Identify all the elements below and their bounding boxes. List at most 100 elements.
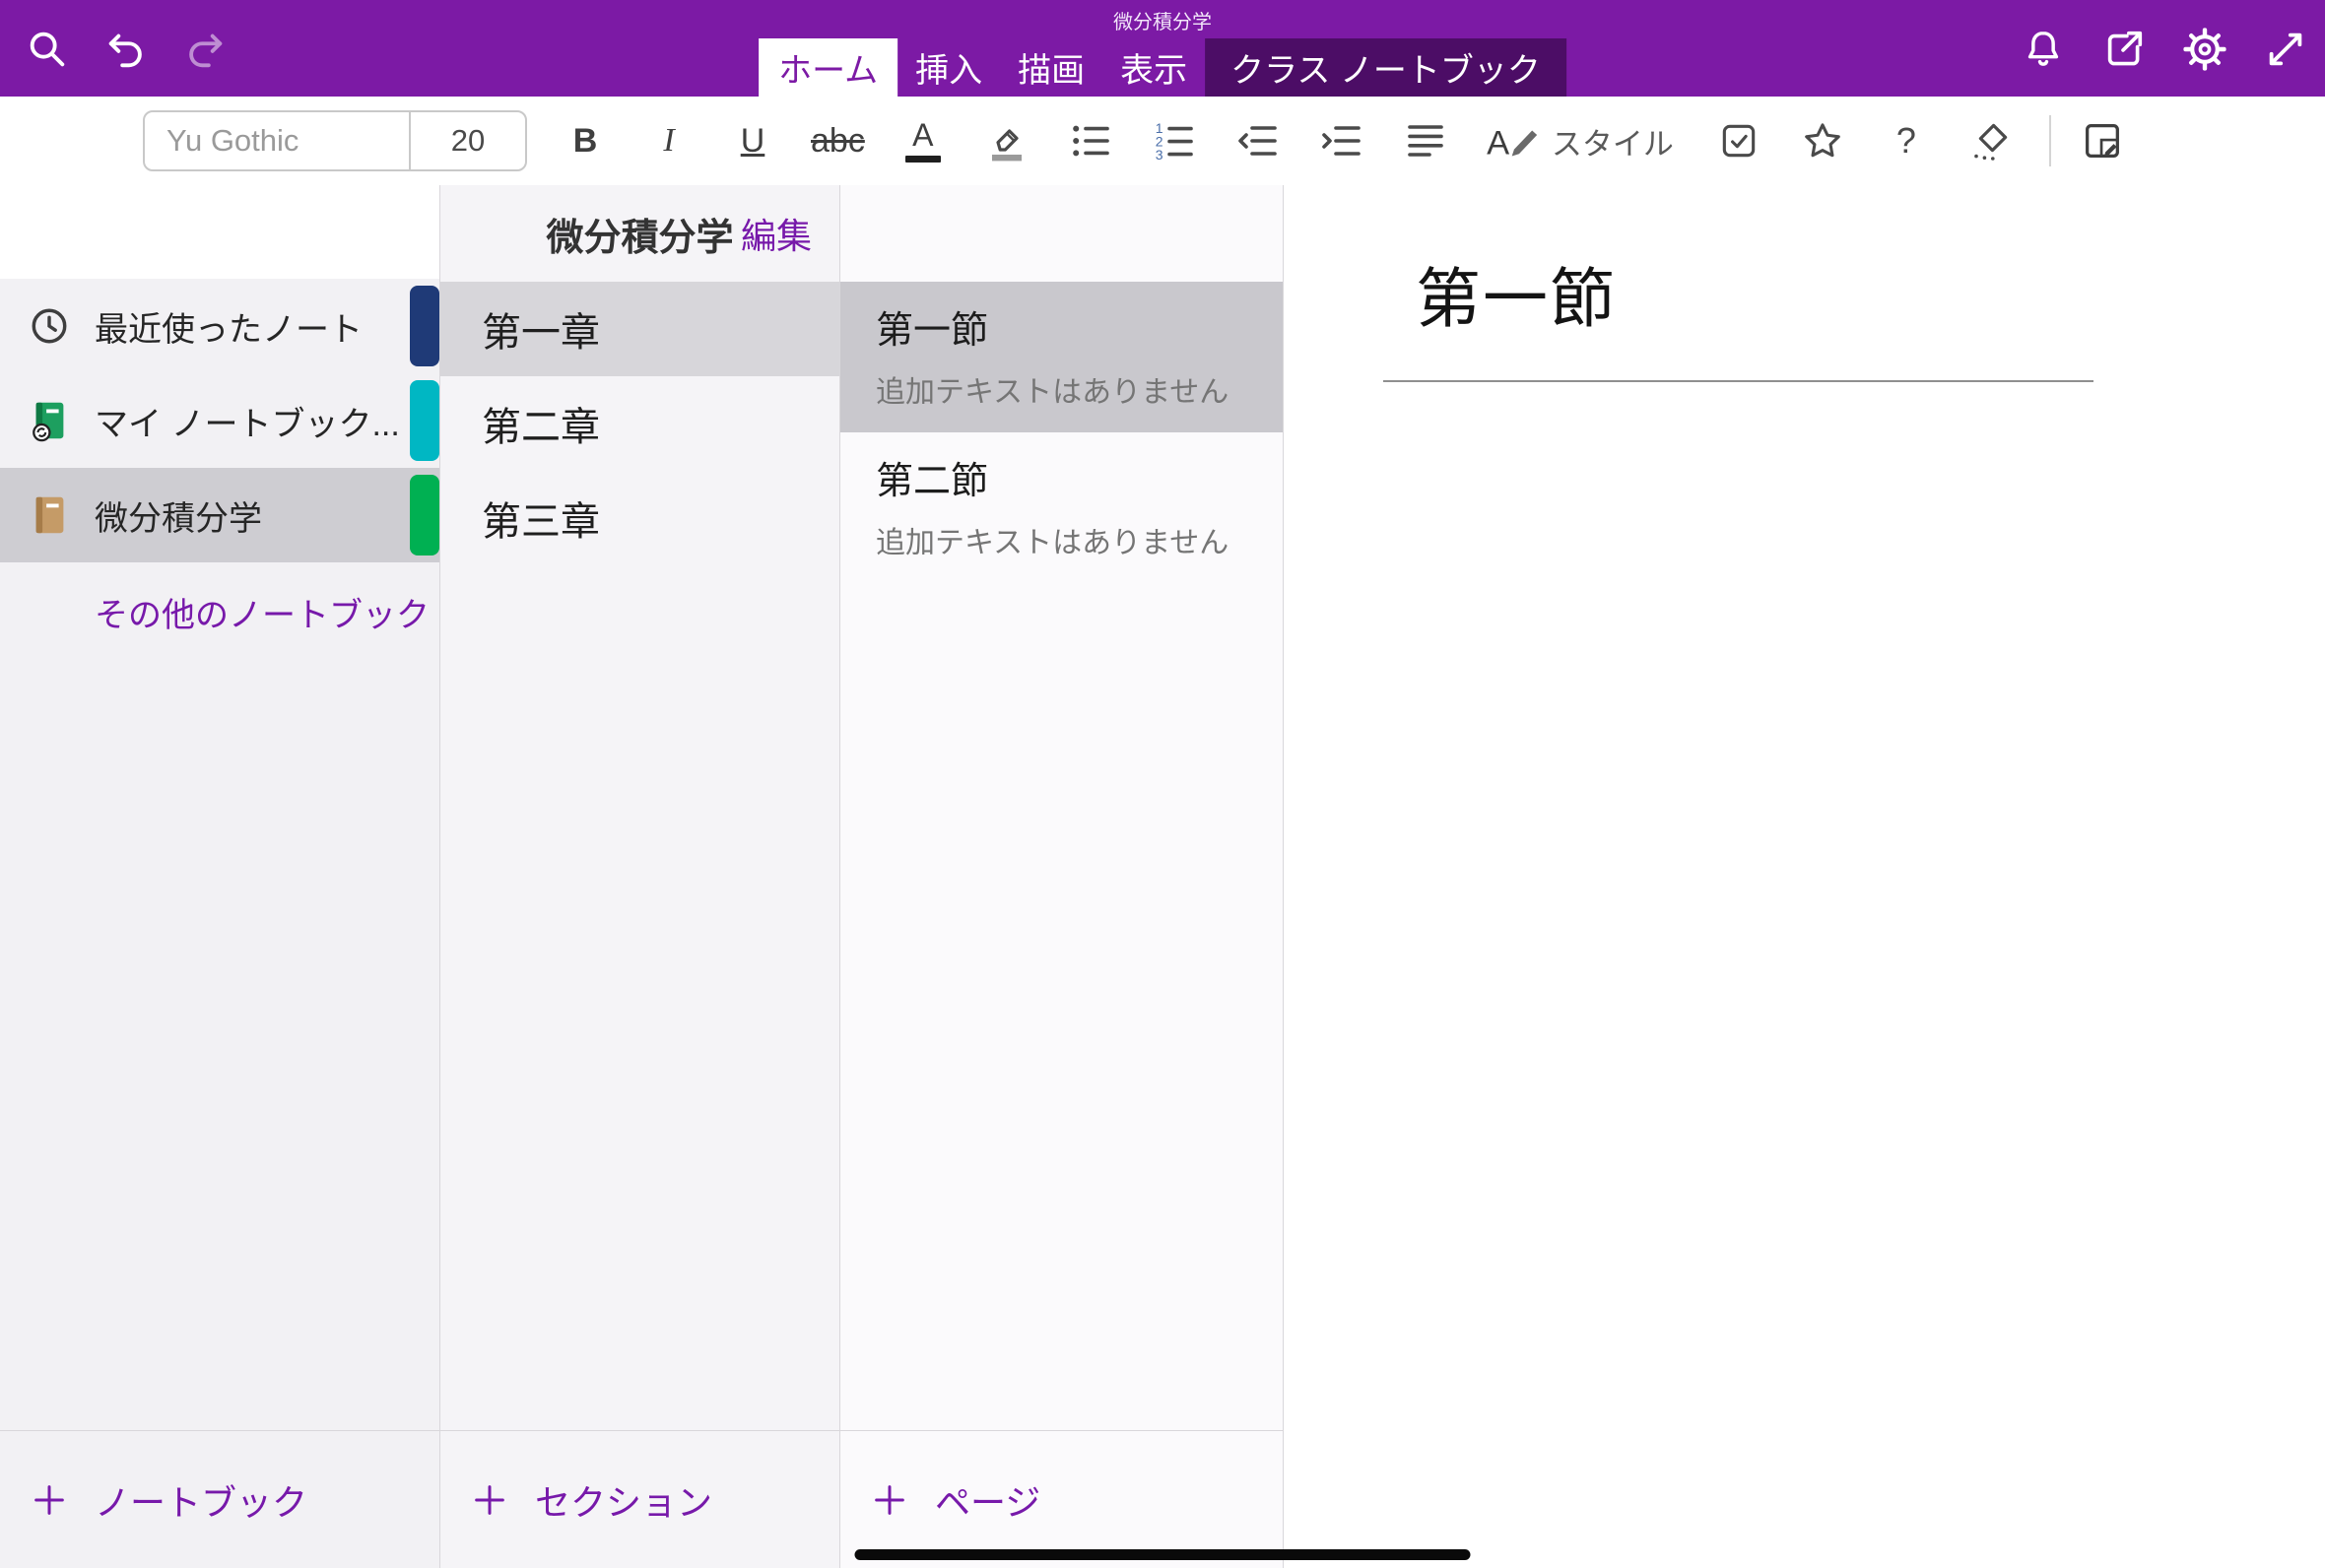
sidebar-item-recent-notes[interactable]: 最近使ったノート [0,279,439,373]
pages-top-spacer [840,185,1283,282]
settings-button[interactable] [2179,24,2230,75]
notebook-color-tab [410,475,439,555]
redo-icon [182,27,228,72]
tab-view[interactable]: 表示 [1102,38,1205,97]
bold-button[interactable]: B [560,108,611,173]
add-section-button[interactable]: セクション [440,1430,839,1568]
page-item-section1[interactable]: 第一節 追加テキストはありません [840,282,1283,432]
plus-icon [870,1480,909,1520]
underline-button[interactable]: U [727,108,778,173]
font-control[interactable]: Yu Gothic 20 [143,110,527,171]
share-icon [2101,27,2147,72]
numbered-list-button[interactable]: 123 [1149,108,1200,173]
add-notebook-label: ノートブック [95,1474,307,1526]
page-title: 第一節 [876,299,1263,354]
notebook-sync-icon [26,397,73,444]
page-title-heading[interactable]: 第一節 [1416,246,2325,341]
plus-icon [30,1480,69,1520]
page-content: 第一節 [1284,185,2325,1568]
sidebar-item-calculus-notebook[interactable]: 微分積分学 [0,468,439,562]
page-item-section2[interactable]: 第二節 追加テキストはありません [840,432,1283,583]
svg-text:3: 3 [1156,147,1163,163]
star-icon [1800,118,1845,163]
side-note-button[interactable] [2077,108,2128,173]
styles-button[interactable]: A スタイル [1487,108,1674,173]
font-name-select[interactable]: Yu Gothic [145,123,409,159]
gear-icon [2181,26,2228,73]
sidebar-top-spacer [0,185,439,279]
more-notebooks-link[interactable]: その他のノートブック [0,588,439,636]
font-color-button[interactable]: A [897,108,949,173]
star-tag-button[interactable] [1797,108,1848,173]
tab-home[interactable]: ホーム [759,38,897,97]
help-button[interactable]: ? [1881,108,1932,173]
highlighter-button[interactable] [981,108,1032,173]
ribbon-tabs: ホーム 挿入 描画 表示 クラス ノートブック [759,38,1566,97]
sidebar-item-my-notebooks[interactable]: マイ ノートブック... [0,373,439,468]
indent-button[interactable] [1316,108,1367,173]
sidebar-item-label: マイ ノートブック... [95,397,400,445]
sidebar-item-label: 最近使ったノート [95,302,363,351]
bullet-list-icon [1067,117,1114,164]
font-color-bar [905,156,941,163]
bullet-list-button[interactable] [1065,108,1116,173]
styles-label: スタイル [1552,119,1674,163]
notebook-color-tab [410,380,439,461]
home-indicator[interactable] [855,1549,1471,1560]
section-item-chapter1[interactable]: 第一章 [440,282,839,376]
lasso-select-icon [1966,117,2014,164]
side-note-icon [2080,118,2125,163]
section-item-chapter2[interactable]: 第二章 [440,376,839,471]
italic-button[interactable]: I [643,108,695,173]
fullscreen-icon [2263,27,2308,72]
format-toolbar: Yu Gothic 20 B I U abc A 123 A [0,97,2325,185]
lasso-select-button[interactable] [1964,108,2016,173]
outdent-button[interactable] [1232,108,1284,173]
onenote-app: 微分積分学 ホーム 挿入 描画 表示 クラス ノートブック [0,0,2325,1568]
fullscreen-button[interactable] [2260,24,2311,75]
bold-icon: B [573,124,598,158]
todo-tag-button[interactable] [1713,108,1764,173]
search-button[interactable] [22,24,73,75]
undo-button[interactable] [100,24,152,75]
sections-header: 微分積分学 編集 [440,185,839,282]
undo-icon [103,27,149,72]
clock-icon [26,302,73,350]
titlebar-left-actions [22,24,231,75]
add-page-label: ページ [935,1474,1040,1526]
font-color-icon: A [912,119,933,151]
edit-button[interactable]: 編集 [741,208,812,259]
styles-icon: A [1487,118,1540,163]
share-button[interactable] [2098,24,2150,75]
tab-draw[interactable]: 描画 [1000,38,1102,97]
notebook-icon [26,491,73,539]
redo-button[interactable] [179,24,231,75]
pages-column: 第一節 追加テキストはありません 第二節 追加テキストはありません ページ [840,185,1284,1568]
font-size-select[interactable]: 20 [409,112,525,169]
numbered-list-icon: 123 [1151,117,1198,164]
add-page-button[interactable]: ページ [840,1430,1283,1568]
title-divider [1383,380,2093,382]
titlebar: 微分積分学 ホーム 挿入 描画 表示 クラス ノートブック [0,0,2325,97]
align-icon [1402,117,1449,164]
tab-insert[interactable]: 挿入 [897,38,1000,97]
notifications-button[interactable] [2018,24,2069,75]
outdent-icon [1234,117,1282,164]
indent-icon [1318,117,1365,164]
page-subtitle: 追加テキストはありません [876,518,1263,561]
page-title: 第二節 [876,450,1263,504]
add-section-label: セクション [535,1474,712,1526]
search-icon [25,27,70,72]
align-button[interactable] [1400,108,1451,173]
sections-header-title: 微分積分学 [546,207,733,261]
section-item-chapter3[interactable]: 第三章 [440,471,839,565]
question-icon: ? [1896,120,1916,162]
tab-class-notebook[interactable]: クラス ノートブック [1205,38,1566,97]
bell-icon [2021,27,2066,72]
add-notebook-button[interactable]: ノートブック [0,1430,439,1568]
checkbox-icon [1717,119,1760,163]
titlebar-right-actions [2018,24,2311,75]
strikethrough-icon: abc [811,124,865,158]
toolbar-separator [2049,115,2051,166]
strikethrough-button[interactable]: abc [811,108,865,173]
